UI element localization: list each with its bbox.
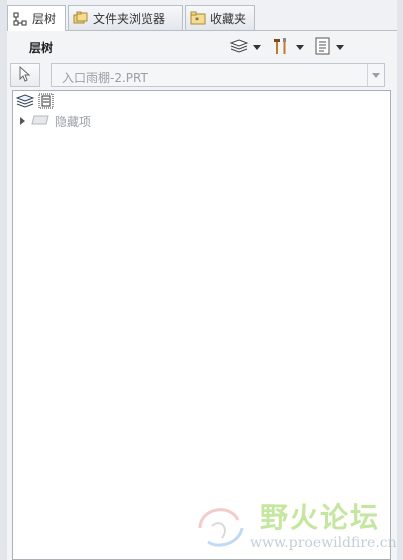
- tab-label: 文件夹浏览器: [93, 11, 166, 26]
- tab-label: 收藏夹: [210, 11, 247, 26]
- tab-bar: 层树 文件夹浏览器 * 收藏夹: [7, 5, 397, 31]
- tools-icon: [272, 37, 292, 58]
- folder-browser-icon: [73, 10, 89, 26]
- model-combobox[interactable]: 入口雨棚-2.PRT: [51, 63, 385, 87]
- tree-item-hidden[interactable]: 隐藏项: [16, 112, 91, 130]
- hidden-layer-icon: [31, 113, 49, 130]
- chevron-down-icon: [336, 44, 344, 50]
- layer-tree[interactable]: 隐藏项: [12, 90, 391, 560]
- left-edge: [0, 0, 7, 560]
- tools-button[interactable]: [272, 37, 304, 57]
- layer-tree-panel: 层树 入口雨棚-2.PRT 隐藏项: [7, 31, 397, 560]
- panel-toolbar: 层树: [7, 31, 397, 61]
- pick-model-button[interactable]: [10, 63, 40, 87]
- layers-icon: [229, 38, 249, 57]
- layer-node-icon: [38, 93, 54, 112]
- settings-list-icon: [314, 37, 332, 58]
- tab-favorites[interactable]: * 收藏夹: [185, 5, 255, 30]
- favorites-icon: *: [190, 10, 206, 26]
- cursor-arrow-icon: [19, 65, 31, 85]
- expand-arrow-icon[interactable]: [20, 117, 25, 125]
- settings-button[interactable]: [314, 37, 344, 57]
- right-edge: [397, 0, 403, 560]
- layers-icon: [15, 93, 35, 112]
- model-selector-row: 入口雨棚-2.PRT: [10, 63, 391, 87]
- combobox-dropdown-button[interactable]: [367, 64, 384, 86]
- tree-root[interactable]: [15, 93, 54, 112]
- panel-title: 层树: [29, 41, 54, 55]
- layers-button[interactable]: [229, 37, 261, 57]
- chevron-down-icon: [296, 44, 304, 50]
- model-combobox-value: 入口雨棚-2.PRT: [62, 71, 148, 85]
- tab-folder-browser[interactable]: 文件夹浏览器: [68, 5, 183, 30]
- tab-label: 层树: [32, 12, 57, 26]
- tree-item-label: 隐藏项: [55, 114, 92, 129]
- layer-tree-icon: [12, 11, 28, 27]
- chevron-down-icon: [372, 72, 380, 78]
- svg-text:*: *: [195, 16, 199, 25]
- chevron-down-icon: [253, 44, 261, 50]
- tab-layer-tree[interactable]: 层树: [7, 5, 66, 31]
